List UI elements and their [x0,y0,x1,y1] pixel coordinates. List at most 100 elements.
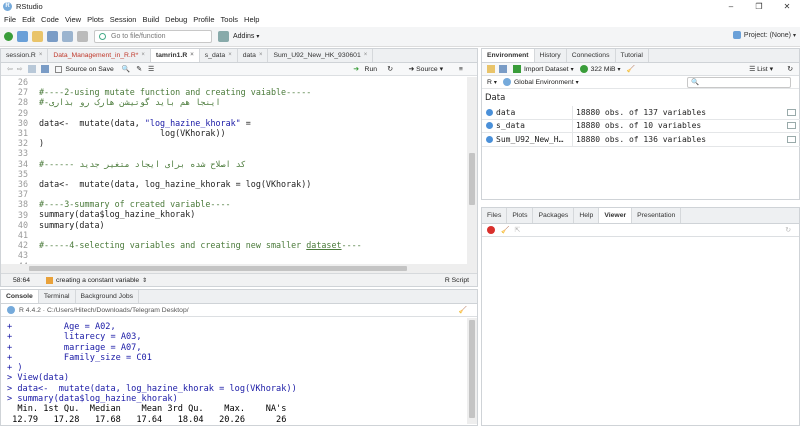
close-tab-icon[interactable]: × [364,49,368,62]
rerun-icon[interactable]: ↻ [387,65,393,73]
env-tab-tutorial[interactable]: Tutorial [616,49,649,62]
env-search-input[interactable]: 🔍 [687,77,791,88]
editor-hscrollbar[interactable] [1,264,467,273]
editor-tab[interactable]: data × [238,49,269,62]
outline-icon[interactable]: ≡ [459,66,463,73]
project-menu[interactable]: Project: (None) ▾ [732,31,796,39]
env-tab-history[interactable]: History [535,49,567,62]
console-scrollbar[interactable] [467,318,477,424]
goto-file-input[interactable]: Go to file/function [94,30,212,43]
language-select[interactable]: R [487,79,492,86]
env-tab-environment[interactable]: Environment [482,49,535,62]
environment-row[interactable]: Sum_U92_New_H… 18880 obs. of 136 variable… [482,132,800,147]
current-section[interactable]: creating a constant variable [56,277,139,284]
menu-help[interactable]: Help [244,15,259,24]
file-type[interactable]: R Script [445,277,469,284]
goto-placeholder: Go to file/function [111,33,166,40]
viewer-tab-packages[interactable]: Packages [533,208,575,223]
stop-icon[interactable] [487,226,495,234]
forward-arrow-icon[interactable]: ⇨ [17,65,23,73]
code-line: summary(data) [39,219,105,230]
console-tab-console[interactable]: Console [1,290,39,303]
editor-tab[interactable]: tamrin1.R × [150,49,200,62]
list-view-button[interactable]: ☰ List ▾ [749,65,773,73]
close-tab-icon[interactable]: × [228,49,232,62]
expand-icon[interactable] [486,135,493,143]
object-value: 18880 obs. of 10 variables [572,119,780,133]
close-tab-icon[interactable]: × [259,49,263,62]
editor-tab[interactable]: session.R × [1,49,49,62]
menu-profile[interactable]: Profile [193,15,214,24]
open-icon[interactable] [487,65,495,73]
run-button[interactable]: Run [365,66,377,73]
environment-select[interactable]: Global Environment [514,79,574,86]
search-icon[interactable]: 🔍 [122,65,130,73]
main-toolbar: Go to file/function Addins ▾ Project: (N… [0,27,800,47]
maximize-icon[interactable]: ❐ [746,0,772,13]
minimize-icon[interactable]: – [718,0,744,13]
menu-plots[interactable]: Plots [87,15,104,24]
menu-session[interactable]: Session [110,15,137,24]
console-output[interactable]: + Age = A02, + litarecy = A03, + marriage … [7,322,297,425]
environment-row[interactable]: data 18880 obs. of 137 variables [482,105,800,120]
expand-icon[interactable] [486,122,493,130]
broom-icon[interactable]: 🧹 [627,65,635,73]
menu-build[interactable]: Build [142,15,159,24]
view-table-icon[interactable] [780,108,800,116]
save-icon[interactable] [47,31,58,42]
console-tab-background-jobs[interactable]: Background Jobs [76,290,140,303]
print-icon[interactable] [77,31,88,42]
close-tab-icon[interactable]: × [190,49,194,62]
import-dataset-button[interactable]: Import Dataset [524,66,569,73]
clear-console-icon[interactable]: 🧹 [459,306,467,314]
viewer-tab-viewer[interactable]: Viewer [599,208,633,223]
menu-file[interactable]: File [4,15,16,24]
env-tab-connections[interactable]: Connections [567,49,616,62]
grid-icon[interactable] [218,31,229,42]
console-tab-terminal[interactable]: Terminal [39,290,76,303]
show-in-window-icon[interactable] [28,65,37,73]
wand-icon[interactable]: ✎ [136,65,142,73]
menu-view[interactable]: View [65,15,81,24]
view-table-icon[interactable] [780,122,800,130]
refresh-icon[interactable]: ↻ [787,65,793,73]
list-icon[interactable]: ☰ [148,65,154,73]
environment-row[interactable]: s_data 18880 obs. of 10 variables [482,119,800,133]
editor-tab[interactable]: Data_Management_in_R.R* × [48,49,151,62]
new-project-icon[interactable] [17,31,28,42]
back-arrow-icon[interactable]: ⇦ [7,65,13,73]
save-icon[interactable] [499,65,507,73]
menu-debug[interactable]: Debug [165,15,187,24]
scrollbar-thumb[interactable] [469,153,475,205]
editor-scrollbar[interactable] [467,77,477,273]
close-tab-icon[interactable]: × [39,49,43,62]
expand-icon[interactable] [486,108,493,116]
viewer-tab-plots[interactable]: Plots [507,208,534,223]
save-icon[interactable] [41,65,50,73]
viewer-tab-presentation[interactable]: Presentation [632,208,682,223]
line-number: 31 [17,128,28,139]
viewer-tab-files[interactable]: Files [482,208,508,223]
close-icon[interactable]: ✕ [774,0,800,13]
export-icon[interactable]: ⇱ [514,226,520,234]
memory-usage[interactable]: 322 MiB [591,66,616,73]
close-tab-icon[interactable]: × [141,49,145,62]
hscrollbar-thumb[interactable] [29,266,407,271]
clear-broom-icon[interactable]: 🧹 [501,226,509,234]
source-on-save-checkbox[interactable] [55,65,63,73]
console-scrollbar-thumb[interactable] [469,320,475,418]
addins-menu[interactable]: Addins [233,33,254,40]
view-table-icon[interactable] [780,135,800,143]
menu-tools[interactable]: Tools [221,15,239,24]
menu-code[interactable]: Code [41,15,59,24]
editor-tab[interactable]: Sum_U92_New_HK_930601 × [268,49,374,62]
code-editor[interactable]: 26272829303132333435363738394041424344 #… [1,77,467,275]
refresh-icon[interactable]: ↻ [785,226,791,234]
menu-edit[interactable]: Edit [22,15,35,24]
viewer-tab-help[interactable]: Help [574,208,600,223]
open-file-icon[interactable] [32,31,43,42]
editor-tab[interactable]: s_data × [200,49,238,62]
save-all-icon[interactable] [62,31,73,42]
new-file-icon[interactable] [4,32,13,41]
source-button[interactable]: ➜ Source ▾ [409,65,443,73]
